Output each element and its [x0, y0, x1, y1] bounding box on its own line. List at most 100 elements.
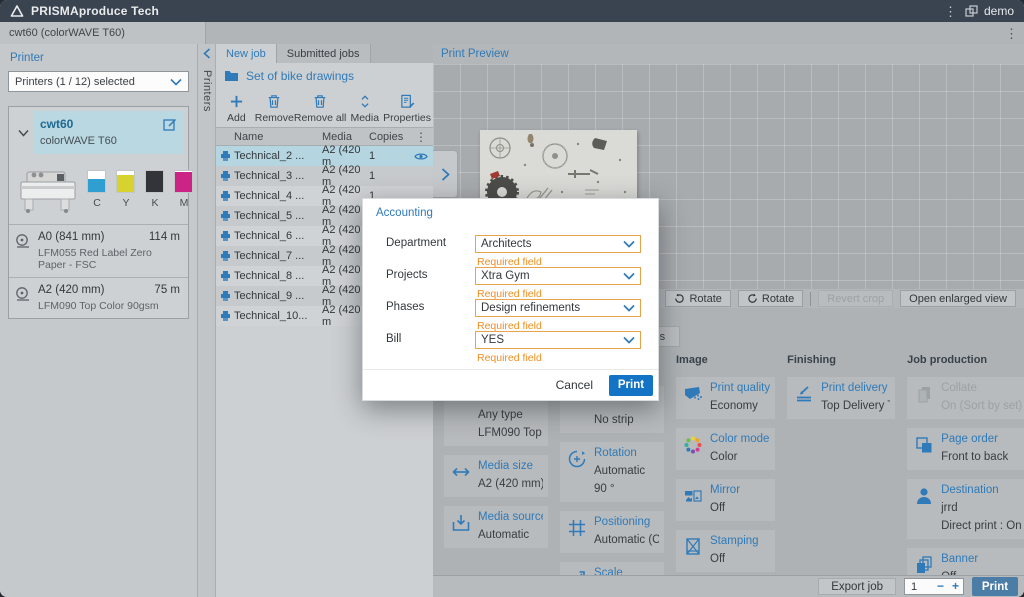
printer-tab[interactable]: cwt60 (colorWAVE T60) — [0, 22, 206, 44]
tab-new-job[interactable]: New job — [216, 44, 277, 63]
collapse-panel-icon[interactable] — [198, 44, 215, 62]
ink-black: K — [145, 170, 165, 209]
export-job-button[interactable]: Export job — [818, 578, 896, 595]
tile-print-delivery[interactable]: Print delivery Top Delivery T... — [787, 377, 895, 419]
job-printer-icon — [216, 251, 234, 261]
decrement-copies-button[interactable]: − — [933, 579, 948, 594]
table-row[interactable]: Technical_3 ...A2 (420 m1 — [216, 166, 433, 186]
printer-panel-title: Printer — [10, 52, 189, 64]
switch-user-icon[interactable] — [965, 5, 978, 18]
accounting-dialog: Accounting Department Architects Require… — [362, 198, 659, 401]
printers-collapse-strip: Printers — [198, 44, 216, 597]
mirror-icon — [682, 484, 704, 507]
department-select[interactable]: Architects — [475, 235, 641, 253]
rotate-left-button[interactable]: Rotate — [665, 290, 730, 307]
header-menu-icon[interactable]: ⋮ — [938, 5, 963, 18]
printer-card: cwt60 colorWAVE T60 — [8, 106, 189, 319]
roll-size: A0 (841 mm) — [38, 231, 149, 243]
job-printer-icon — [216, 151, 234, 161]
edit-printer-icon[interactable] — [163, 117, 177, 131]
media-roll-row[interactable]: A0 (841 mm) 114 m LFM055 Red Label Zero … — [9, 224, 188, 277]
column-media[interactable]: Media — [322, 131, 369, 143]
job-printer-icon — [216, 271, 234, 281]
tile-positioning[interactable]: Positioning Automatic (Ce... — [560, 511, 664, 553]
increment-copies-button[interactable]: + — [948, 579, 963, 594]
bottom-action-bar: Export job 1 − + Print — [433, 575, 1024, 597]
job-printer-icon — [216, 231, 234, 241]
swap-vertical-icon — [358, 94, 372, 109]
tile-collate: Collate On (Sort by set) — [907, 377, 1024, 419]
column-name[interactable]: Name — [234, 131, 322, 143]
printer-card-header[interactable]: cwt60 colorWAVE T60 — [33, 111, 184, 154]
roll-media-name: LFM090 Top Color 90gsm — [38, 300, 180, 312]
job-set-row[interactable]: Set of bike drawings — [216, 63, 433, 88]
field-label-projects: Projects — [386, 269, 428, 281]
user-name[interactable]: demo — [984, 4, 1014, 18]
ink-yellow: Y — [116, 170, 136, 209]
positioning-icon — [566, 516, 588, 539]
top-bar: PRISMAproduce Tech ⋮ demo — [0, 0, 1024, 22]
printer-name: cwt60 — [40, 117, 163, 131]
ink-levels: C Y K M — [87, 170, 194, 209]
printer-select[interactable]: Printers (1 / 12) selected — [8, 71, 189, 92]
tile-color-mode[interactable]: Color mode Color — [676, 428, 775, 470]
eye-icon[interactable] — [409, 152, 433, 161]
collapse-printer-icon[interactable] — [13, 111, 33, 154]
print-button[interactable]: Print — [972, 577, 1018, 596]
plus-icon — [229, 94, 244, 109]
table-row[interactable]: Technical_2 ... A2 (420 m 1 — [216, 146, 433, 166]
cancel-button[interactable]: Cancel — [556, 378, 593, 392]
document-edit-icon — [400, 94, 415, 109]
app-window: PRISMAproduce Tech ⋮ demo cwt60 (colorWA… — [0, 0, 1024, 597]
expand-preview-button[interactable] — [433, 150, 458, 198]
rotate-left-icon — [674, 293, 685, 304]
properties-button[interactable]: Properties — [383, 91, 431, 124]
rotate-right-icon — [747, 293, 758, 304]
tile-stamping[interactable]: Stamping Off — [676, 530, 775, 572]
tile-destination[interactable]: Destination jrrd Direct print : On — [907, 479, 1024, 539]
group-finishing: Finishing — [787, 354, 895, 368]
chevron-down-icon — [623, 336, 635, 344]
strip-label: Printers — [201, 70, 213, 112]
printer-tab-bar: cwt60 (colorWAVE T60) ⋮ — [0, 22, 1024, 44]
trash-icon — [267, 94, 281, 109]
roll-media-name: LFM055 Red Label Zero Paper - FSC — [38, 247, 180, 271]
printer-model: colorWAVE T60 — [40, 135, 177, 147]
tile-media-source[interactable]: Media source Automatic — [444, 506, 548, 548]
chevron-down-icon — [623, 240, 635, 248]
color-mode-icon — [682, 433, 704, 456]
folder-icon — [224, 70, 239, 82]
media-roll-row[interactable]: A2 (420 mm) 75 m LFM090 Top Color 90gsm — [9, 277, 188, 318]
projects-select[interactable]: Xtra Gym — [475, 267, 641, 285]
collate-icon — [913, 382, 935, 405]
preview-title: Print Preview — [433, 44, 1024, 64]
column-copies[interactable]: Copies — [369, 131, 409, 143]
copies-value[interactable]: 1 — [905, 581, 933, 593]
dialog-print-button[interactable]: Print — [609, 375, 653, 396]
tile-rotation[interactable]: Rotation Automatic 90 ° — [560, 442, 664, 502]
table-menu-icon[interactable]: ⋮ — [409, 131, 433, 143]
tab-submitted-jobs[interactable]: Submitted jobs — [277, 44, 371, 63]
job-printer-icon — [216, 171, 234, 181]
field-label-bill: Bill — [386, 333, 401, 345]
banner-icon — [913, 553, 935, 576]
tile-print-quality[interactable]: Print quality Economy — [676, 377, 775, 419]
copies-stepper[interactable]: 1 − + — [904, 578, 964, 595]
tile-media-size[interactable]: Media size A2 (420 mm) — [444, 455, 548, 497]
phases-select[interactable]: Design refinements — [475, 299, 641, 317]
open-enlarged-view-button[interactable]: Open enlarged view — [900, 290, 1016, 307]
print-quality-icon — [682, 382, 704, 405]
bill-select[interactable]: YES — [475, 331, 641, 349]
tabbar-menu-icon[interactable]: ⋮ — [999, 27, 1024, 40]
rotate-right-button[interactable]: Rotate — [738, 290, 803, 307]
group-job-production: Job production — [907, 354, 1024, 368]
remove-button[interactable]: Remove — [255, 91, 294, 124]
tile-page-order[interactable]: Page order Front to back — [907, 428, 1024, 470]
app-logo-icon — [10, 4, 24, 18]
remove-all-button[interactable]: Remove all — [294, 91, 347, 124]
tile-mirror[interactable]: Mirror Off — [676, 479, 775, 521]
add-button[interactable]: Add — [218, 91, 255, 124]
media-button[interactable]: Media — [346, 91, 383, 124]
field-label-phases: Phases — [386, 301, 424, 313]
chevron-down-icon — [623, 304, 635, 312]
